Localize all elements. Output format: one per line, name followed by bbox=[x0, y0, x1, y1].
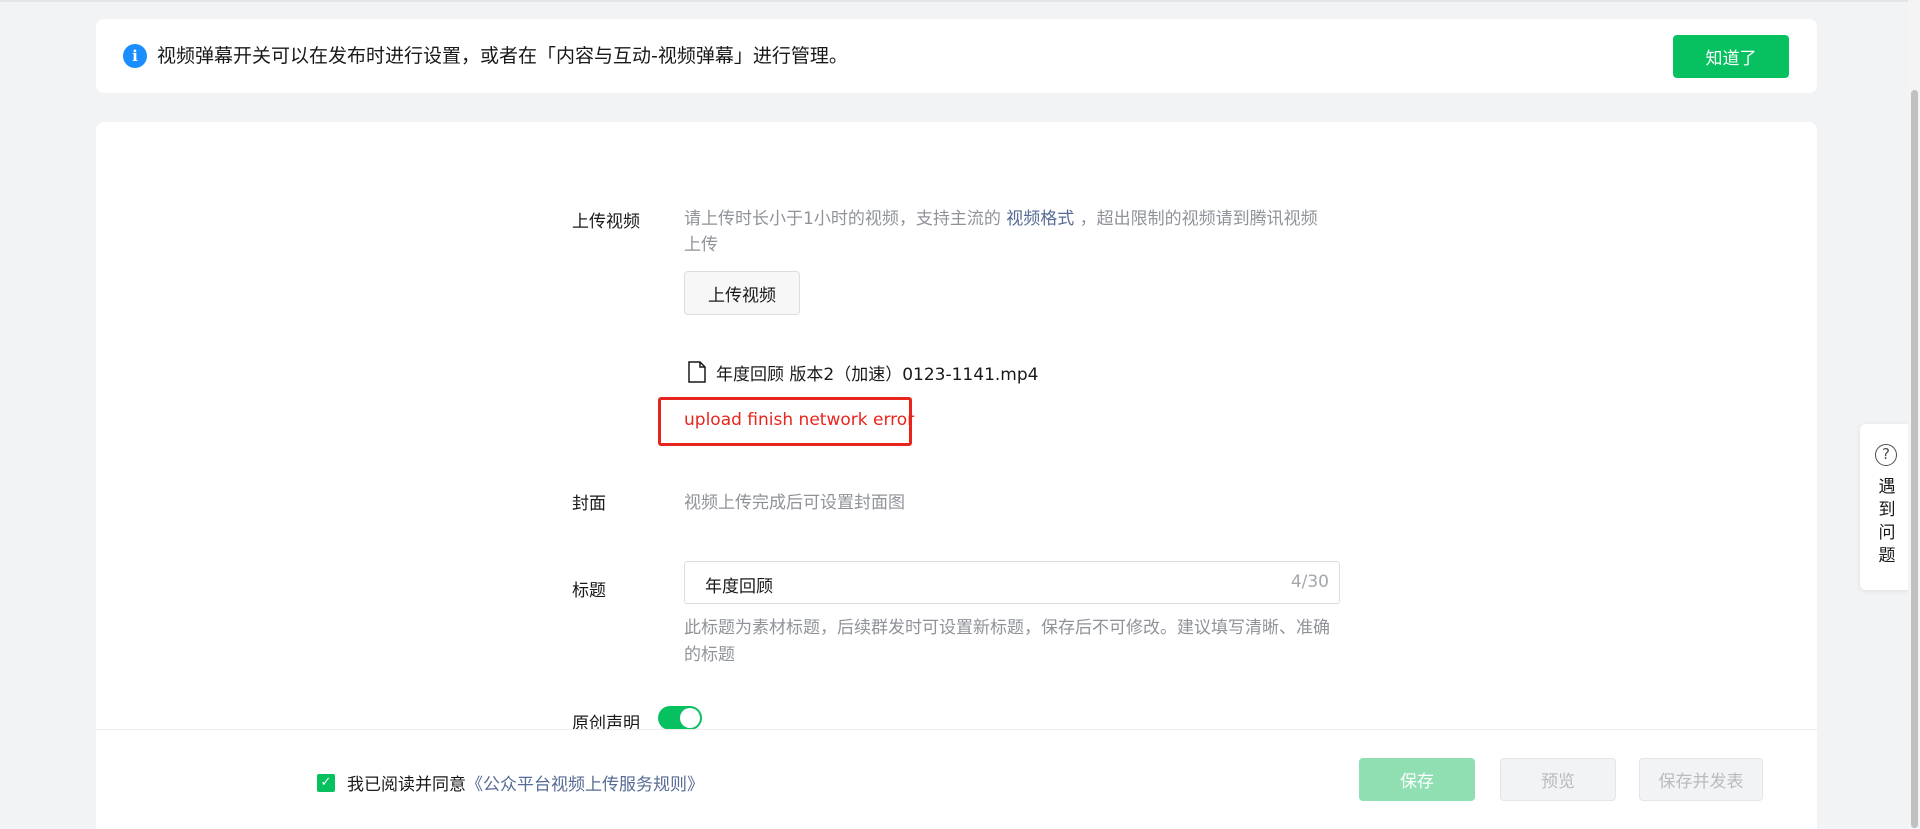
upload-error-message: upload finish network error bbox=[684, 410, 915, 430]
title-char-count: 4/30 bbox=[1290, 572, 1329, 592]
toggle-knob bbox=[680, 708, 700, 728]
file-name: 年度回顾 版本2（加速）0123-1141.mp4 bbox=[716, 364, 1039, 385]
agree-checkbox[interactable]: ✓ bbox=[317, 773, 335, 792]
upload-video-button[interactable]: 上传视频 bbox=[684, 271, 800, 315]
upload-description: 请上传时长小于1小时的视频，支持主流的 视频格式 ，超出限制的视频请到腾讯视频上… bbox=[684, 206, 1334, 258]
help-widget[interactable]: ? 遇到问题 bbox=[1860, 424, 1914, 590]
save-and-publish-button[interactable]: 保存并发表 bbox=[1639, 758, 1763, 801]
question-icon: ? bbox=[1875, 444, 1897, 466]
save-button[interactable]: 保存 bbox=[1359, 758, 1475, 801]
original-toggle[interactable] bbox=[658, 706, 702, 730]
help-label: 遇到问题 bbox=[1860, 476, 1914, 568]
notice-text: 视频弹幕开关可以在发布时进行设置，或者在「内容与互动-视频弹幕」进行管理。 bbox=[157, 45, 848, 67]
got-it-button[interactable]: 知道了 bbox=[1673, 35, 1789, 78]
upload-video-label: 上传视频 bbox=[572, 212, 640, 232]
notice-bar: i 视频弹幕开关可以在发布时进行设置，或者在「内容与互动-视频弹幕」进行管理。 … bbox=[96, 19, 1817, 93]
service-rules-link[interactable]: 《公众平台视频上传服务规则》 bbox=[466, 770, 704, 795]
preview-button[interactable]: 预览 bbox=[1500, 758, 1616, 801]
footer-bar: ✓ 我已阅读并同意 《公众平台视频上传服务规则》 保存 预览 保存并发表 bbox=[96, 729, 1817, 829]
cover-hint: 视频上传完成后可设置封面图 bbox=[684, 493, 905, 513]
info-icon: i bbox=[123, 44, 147, 68]
title-value: 年度回顾 bbox=[705, 577, 773, 597]
title-label: 标题 bbox=[572, 581, 606, 601]
title-input[interactable]: 年度回顾 4/30 bbox=[684, 561, 1340, 604]
file-icon bbox=[688, 361, 706, 383]
scrollbar-thumb[interactable] bbox=[1911, 90, 1918, 828]
help-text: 遇到问题 bbox=[1878, 477, 1896, 566]
cover-label: 封面 bbox=[572, 494, 606, 514]
agree-text: 我已阅读并同意 bbox=[347, 775, 466, 795]
agreement: ✓ 我已阅读并同意 《公众平台视频上传服务规则》 bbox=[317, 770, 704, 795]
title-hint: 此标题为素材标题，后续群发时可设置新标题，保存后不可修改。建议填写清晰、准确的标… bbox=[684, 618, 1330, 665]
video-format-link[interactable]: 视频格式 bbox=[1006, 209, 1074, 229]
top-divider bbox=[0, 0, 1920, 2]
uploaded-file: 年度回顾 版本2（加速）0123-1141.mp4 bbox=[688, 360, 1039, 385]
upload-desc-prefix: 请上传时长小于1小时的视频，支持主流的 bbox=[684, 209, 1001, 229]
